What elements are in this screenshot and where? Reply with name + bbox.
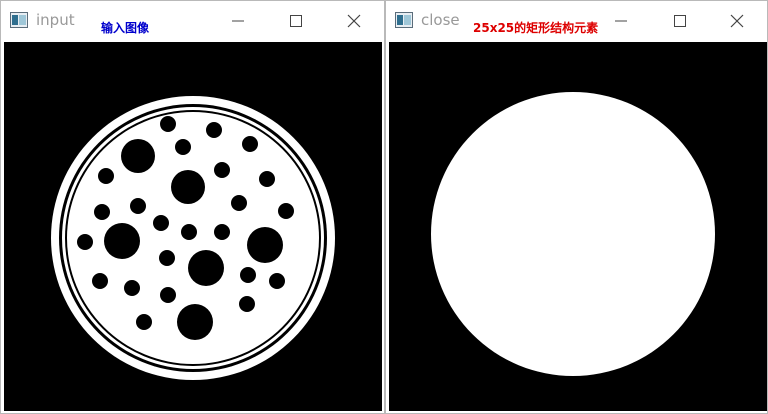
minimize-button[interactable] bbox=[215, 8, 261, 34]
close-result-image bbox=[389, 42, 767, 411]
app-window-icon bbox=[395, 12, 413, 28]
maximize-icon bbox=[290, 15, 302, 27]
close-icon bbox=[347, 14, 361, 28]
image-caption: 25x25的矩形结构元素 bbox=[473, 21, 599, 35]
app-window-icon bbox=[10, 12, 28, 28]
minimize-button[interactable] bbox=[598, 8, 644, 34]
input-titlebar[interactable]: input 输入图像 bbox=[1, 1, 384, 41]
window-title: close bbox=[421, 11, 460, 29]
input-image bbox=[4, 42, 382, 411]
close-button[interactable] bbox=[331, 8, 377, 34]
input-image-canvas bbox=[4, 42, 382, 411]
maximize-button[interactable] bbox=[657, 8, 703, 34]
close-button[interactable] bbox=[714, 8, 760, 34]
maximize-icon bbox=[674, 15, 686, 27]
minimize-icon bbox=[615, 20, 627, 22]
input-window[interactable]: input 输入图像 bbox=[0, 0, 385, 414]
image-caption: 输入图像 bbox=[101, 21, 150, 35]
minimize-icon bbox=[232, 20, 244, 22]
close-titlebar[interactable]: close 25x25的矩形结构元素 bbox=[386, 1, 767, 41]
window-title: input bbox=[36, 11, 75, 29]
close-icon bbox=[730, 14, 744, 28]
maximize-button[interactable] bbox=[273, 8, 319, 34]
close-image-canvas bbox=[389, 42, 767, 411]
close-window[interactable]: close 25x25的矩形结构元素 bbox=[385, 0, 768, 414]
